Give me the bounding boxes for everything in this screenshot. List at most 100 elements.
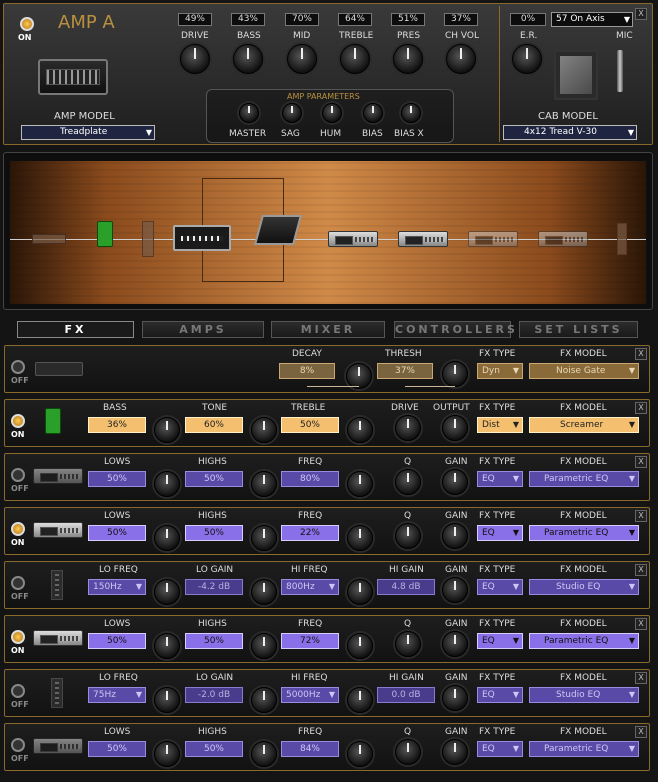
highs-value[interactable]: 50% — [185, 633, 243, 649]
fx-power-button[interactable] — [11, 576, 25, 590]
amp-power-button[interactable] — [20, 17, 34, 31]
highs-value[interactable]: 50% — [185, 525, 243, 541]
lo-gain-knob[interactable] — [251, 579, 277, 605]
fx-close-button[interactable]: X — [635, 402, 647, 414]
fx-model-select[interactable]: Screamer — [529, 417, 639, 433]
hi-freq-knob[interactable] — [347, 579, 373, 605]
fx-type-select[interactable]: EQ — [477, 471, 523, 487]
amp-close-button[interactable]: X — [635, 8, 647, 20]
fx-model-select[interactable]: Parametric EQ — [529, 741, 639, 757]
gain-knob[interactable] — [442, 631, 468, 657]
lo-gain-value[interactable]: -2.0 dB — [185, 687, 243, 703]
highs-knob[interactable] — [251, 741, 277, 767]
highs-knob[interactable] — [251, 525, 277, 551]
fx-close-button[interactable]: X — [635, 348, 647, 360]
hi-freq-knob[interactable] — [347, 687, 373, 713]
highs-value[interactable]: 50% — [185, 471, 243, 487]
fx-model-select[interactable]: Studio EQ — [529, 687, 639, 703]
tone-value[interactable]: 60% — [185, 417, 243, 433]
lows-knob[interactable] — [154, 471, 180, 497]
bass-knob[interactable] — [233, 44, 263, 74]
thresh-value[interactable]: 37% — [377, 363, 433, 379]
lo-freq-select[interactable]: 75Hz — [88, 687, 146, 703]
chvol-knob[interactable] — [446, 44, 476, 74]
treble-value[interactable]: 50% — [281, 417, 339, 433]
fx-model-select[interactable]: Studio EQ — [529, 579, 639, 595]
mid-knob[interactable] — [287, 44, 317, 74]
mixer-chain-icon[interactable] — [253, 215, 303, 245]
highs-value[interactable]: 50% — [185, 741, 243, 757]
freq-knob[interactable] — [347, 741, 373, 767]
lows-knob[interactable] — [154, 741, 180, 767]
highs-knob[interactable] — [251, 633, 277, 659]
highs-knob[interactable] — [251, 471, 277, 497]
lows-value[interactable]: 50% — [88, 741, 146, 757]
tab-controllers[interactable]: CONTROLLERS — [394, 321, 515, 338]
fx-close-button[interactable]: X — [635, 726, 647, 738]
sag-knob[interactable] — [282, 103, 302, 123]
drive-knob[interactable] — [180, 44, 210, 74]
gain-knob[interactable] — [442, 523, 468, 549]
freq-value[interactable]: 22% — [281, 525, 339, 541]
bias-knob[interactable] — [363, 103, 383, 123]
hi-gain-value[interactable]: 0.0 dB — [377, 687, 435, 703]
gain-knob[interactable] — [442, 739, 468, 765]
hi-freq-select[interactable]: 5000Hz — [281, 687, 339, 703]
q-knob[interactable] — [395, 631, 421, 657]
lows-knob[interactable] — [154, 525, 180, 551]
freq-value[interactable]: 72% — [281, 633, 339, 649]
mic-image[interactable] — [617, 50, 623, 92]
fx-power-button[interactable] — [11, 522, 25, 536]
lo-freq-knob[interactable] — [154, 579, 180, 605]
fx-model-select[interactable]: Parametric EQ — [529, 633, 639, 649]
fx-type-select[interactable]: EQ — [477, 687, 523, 703]
q-knob[interactable] — [395, 469, 421, 495]
tab-amps[interactable]: AMPS — [142, 321, 264, 338]
gate-chain-icon[interactable] — [32, 234, 66, 244]
bass-knob[interactable] — [154, 417, 180, 443]
cab-model-select[interactable]: 4x12 Tread V-30 — [503, 125, 637, 140]
lows-value[interactable]: 50% — [88, 633, 146, 649]
q-knob[interactable] — [395, 739, 421, 765]
freq-value[interactable]: 80% — [281, 471, 339, 487]
fx-model-select[interactable]: Parametric EQ — [529, 471, 639, 487]
fx-power-button[interactable] — [11, 360, 25, 374]
fx-type-select[interactable]: EQ — [477, 741, 523, 757]
fx-close-button[interactable]: X — [635, 672, 647, 684]
tab-mixer[interactable]: MIXER — [271, 321, 385, 338]
biasx-knob[interactable] — [401, 103, 421, 123]
freq-knob[interactable] — [347, 471, 373, 497]
hi-gain-value[interactable]: 4.8 dB — [377, 579, 435, 595]
amp-model-select[interactable]: Treadplate — [21, 125, 155, 140]
freq-knob[interactable] — [347, 633, 373, 659]
fx-close-button[interactable]: X — [635, 564, 647, 576]
fx-power-button[interactable] — [11, 738, 25, 752]
treble-knob[interactable] — [340, 44, 370, 74]
fx-type-select[interactable]: EQ — [477, 633, 523, 649]
fx-type-select[interactable]: EQ — [477, 579, 523, 595]
freq-knob[interactable] — [347, 525, 373, 551]
fx-power-button[interactable] — [11, 630, 25, 644]
mic-select[interactable]: 57 On Axis — [551, 12, 633, 27]
eq2-chain-icon[interactable] — [398, 231, 448, 247]
hi-freq-select[interactable]: 800Hz — [281, 579, 339, 595]
lo-gain-value[interactable]: -4.2 dB — [185, 579, 243, 595]
drive-knob[interactable] — [395, 415, 421, 441]
screamer-chain-icon[interactable] — [97, 221, 113, 247]
lo-freq-knob[interactable] — [154, 687, 180, 713]
treble-knob[interactable] — [347, 417, 373, 443]
fx-close-button[interactable]: X — [635, 456, 647, 468]
lows-value[interactable]: 50% — [88, 471, 146, 487]
tab-set-lists[interactable]: SET LISTS — [519, 321, 638, 338]
lows-value[interactable]: 50% — [88, 525, 146, 541]
amp-chain-icon[interactable] — [173, 225, 231, 251]
output-knob[interactable] — [442, 415, 468, 441]
fx-close-button[interactable]: X — [635, 510, 647, 522]
decay-value[interactable]: 8% — [279, 363, 335, 379]
q-knob[interactable] — [395, 523, 421, 549]
fx-power-button[interactable] — [11, 414, 25, 428]
fx-type-select[interactable]: Dyn — [477, 363, 523, 379]
master-knob[interactable] — [239, 103, 259, 123]
fx-model-select[interactable]: Noise Gate — [529, 363, 639, 379]
pres-knob[interactable] — [393, 44, 423, 74]
